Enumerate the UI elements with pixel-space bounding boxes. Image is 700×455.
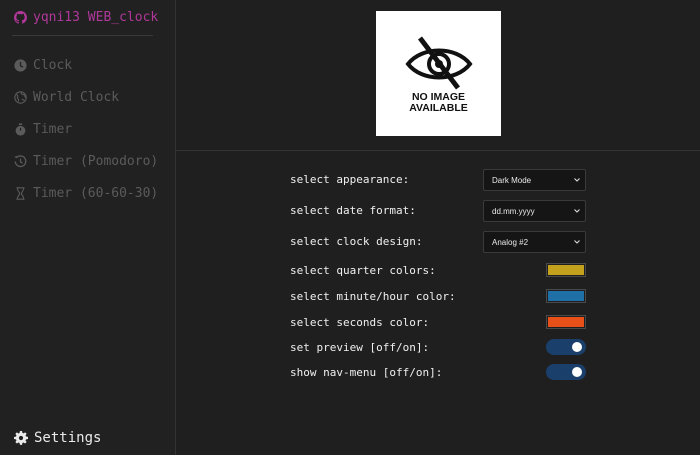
preview-toggle-row: set preview [off/on]: <box>290 337 586 359</box>
nav-item-timer-60-60-30[interactable]: Timer (60-60-30) <box>14 186 158 201</box>
github-icon <box>14 11 27 24</box>
appearance-select[interactable]: Dark Mode <box>483 169 586 191</box>
preview-toggle-label: set preview [off/on]: <box>290 341 430 354</box>
quarter-color-picker[interactable] <box>546 263 586 277</box>
nav-item-timer[interactable]: Timer <box>14 122 72 137</box>
minute-hour-color-row: select minute/hour color: <box>290 286 586 308</box>
seconds-color-label: select seconds color: <box>290 316 430 329</box>
settings-label: Settings <box>34 430 102 446</box>
date-format-row: select date format: dd.mm.yyyy <box>290 200 586 222</box>
eye-slash-icon <box>404 35 473 90</box>
brand-link[interactable]: yqni13 WEB_clock <box>14 10 158 25</box>
appearance-row: select appearance: Dark Mode <box>290 169 586 191</box>
no-image-line-2: AVAILABLE <box>409 101 468 114</box>
gear-icon <box>14 431 28 445</box>
nav-menu-toggle[interactable] <box>546 364 586 380</box>
nav-item-label: Timer (60-60-30) <box>33 186 159 201</box>
minute-hour-color-picker[interactable] <box>546 289 586 303</box>
nav-item-label: Timer (Pomodoro) <box>33 154 159 169</box>
clock-icon <box>14 59 27 72</box>
brand-divider <box>12 35 153 36</box>
section-divider <box>176 150 700 151</box>
nav-item-label: World Clock <box>33 90 120 105</box>
settings-link[interactable]: Settings <box>14 430 101 446</box>
nav-item-timer-pomodoro[interactable]: Timer (Pomodoro) <box>14 154 158 169</box>
no-image-text: NO IMAGE AVAILABLE <box>409 90 468 114</box>
nav-item-world-clock[interactable]: World Clock <box>14 90 119 105</box>
settings-panel: NO IMAGE AVAILABLE select appearance: Da… <box>176 0 700 455</box>
minute-hour-color-swatch <box>548 291 584 301</box>
clock-design-value: Analog #2 <box>492 237 529 247</box>
preview-toggle[interactable] <box>546 339 586 355</box>
seconds-color-row: select seconds color: <box>290 312 586 334</box>
clock-design-select[interactable]: Analog #2 <box>483 231 586 253</box>
quarter-colors-label: select quarter colors: <box>290 264 436 277</box>
chevron-down-icon <box>574 178 580 182</box>
nav-item-clock[interactable]: Clock <box>14 58 72 73</box>
clock-design-row: select clock design: Analog #2 <box>290 231 586 253</box>
clock-design-label: select clock design: <box>290 235 423 248</box>
sidebar: yqni13 WEB_clock Clock World Clock Timer… <box>0 0 176 455</box>
toggle-knob <box>572 342 582 352</box>
hourglass-icon <box>16 187 25 200</box>
date-format-value: dd.mm.yyyy <box>492 206 535 216</box>
globe-icon <box>14 91 27 104</box>
toggle-knob <box>572 367 582 377</box>
brand-label: yqni13 WEB_clock <box>33 10 159 25</box>
date-format-select[interactable]: dd.mm.yyyy <box>483 200 586 222</box>
nav-item-label: Timer <box>33 122 73 137</box>
stopwatch-icon <box>15 123 26 136</box>
quarter-colors-row: select quarter colors: <box>290 260 586 282</box>
seconds-color-swatch <box>548 317 584 327</box>
nav-item-label: Clock <box>33 58 73 73</box>
quarter-color-swatch <box>548 265 584 275</box>
appearance-value: Dark Mode <box>492 175 532 185</box>
no-image-line-1: NO IMAGE <box>411 90 466 103</box>
appearance-label: select appearance: <box>290 173 410 186</box>
chevron-down-icon <box>574 240 580 244</box>
date-format-label: select date format: <box>290 204 416 217</box>
nav-menu-toggle-label: show nav-menu [off/on]: <box>290 366 443 379</box>
clock-rotate-icon <box>14 155 27 168</box>
nav-menu-toggle-row: show nav-menu [off/on]: <box>290 362 586 384</box>
chevron-down-icon <box>574 209 580 213</box>
clock-preview-placeholder: NO IMAGE AVAILABLE <box>376 11 501 136</box>
seconds-color-picker[interactable] <box>546 315 586 329</box>
minute-hour-color-label: select minute/hour color: <box>290 290 456 303</box>
